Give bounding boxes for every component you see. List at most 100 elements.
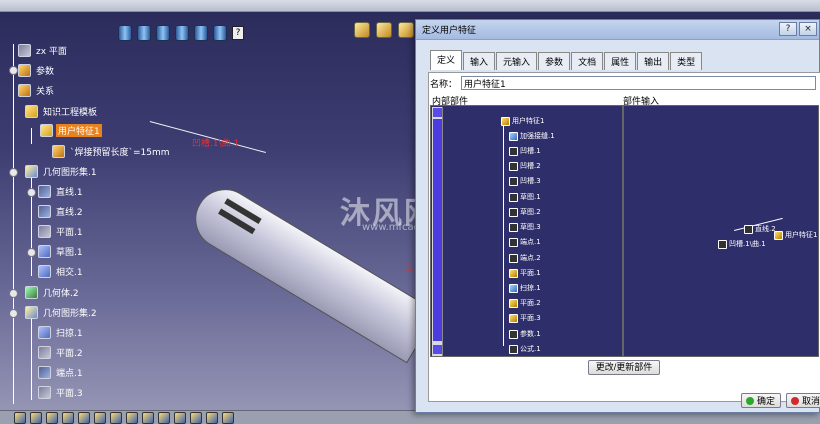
scroll-down-arrow[interactable]: [433, 345, 442, 354]
sketch-icon: [38, 245, 51, 258]
tool-icon[interactable]: [206, 411, 218, 424]
tree-node-selected[interactable]: 用户特征1: [40, 124, 102, 137]
tree-node[interactable]: 直线.2: [38, 205, 85, 218]
tree-node[interactable]: 几何体.2: [25, 286, 81, 299]
cylinder-icon[interactable]: [213, 25, 227, 41]
component-node[interactable]: 凹槽.3: [509, 176, 541, 186]
scrollbar[interactable]: [432, 107, 443, 356]
tree-node[interactable]: 几何图形集.2: [25, 306, 99, 319]
cylinder-icon[interactable]: [175, 25, 189, 41]
tab-parameters[interactable]: 参数: [538, 52, 571, 70]
ok-button[interactable]: 确定: [741, 393, 781, 408]
expand-toggle[interactable]: [9, 289, 18, 298]
tool-icon[interactable]: [30, 411, 42, 424]
expand-toggle[interactable]: [27, 248, 36, 257]
tab-documents[interactable]: 文档: [571, 52, 604, 70]
tool-icon[interactable]: [46, 411, 58, 424]
tool-icon[interactable]: [14, 411, 26, 424]
tree-node[interactable]: 相交.1: [38, 265, 85, 278]
component-node[interactable]: 扫掠.1: [509, 283, 541, 293]
tree-node[interactable]: 平面.1: [38, 225, 85, 238]
dialog-titlebar[interactable]: 定义用户特征: [416, 20, 819, 40]
database-toolbar: ?: [118, 22, 244, 44]
input-node[interactable]: 直线.2: [744, 224, 776, 234]
tab-type[interactable]: 类型: [670, 52, 703, 70]
component-node[interactable]: 凹槽.1: [509, 146, 541, 156]
groove-icon: [509, 176, 518, 186]
cylinder-icon[interactable]: [156, 25, 170, 41]
component-node[interactable]: 加强接缝.1: [509, 131, 555, 141]
tool-icon[interactable]: [158, 411, 170, 424]
component-node[interactable]: 平面.2: [509, 298, 541, 308]
tool-icon[interactable]: [78, 411, 90, 424]
tree-node[interactable]: 几何图形集.1: [25, 165, 99, 178]
expand-toggle[interactable]: [27, 188, 36, 197]
tree-node[interactable]: 平面.2: [38, 346, 85, 359]
tool-icon[interactable]: [126, 411, 138, 424]
component-node[interactable]: 参数.1: [509, 329, 541, 339]
cylinder-icon[interactable]: [194, 25, 208, 41]
change-update-components-button[interactable]: 更改/更新部件: [588, 360, 660, 375]
expand-toggle[interactable]: [9, 66, 18, 75]
expand-toggle[interactable]: [9, 168, 18, 177]
component-node[interactable]: 凹槽.2: [509, 161, 541, 171]
tree-node[interactable]: 草图.1: [38, 245, 85, 258]
input-node[interactable]: 凹槽.1\曲.1: [718, 239, 766, 249]
component-node[interactable]: 用户特征1: [501, 116, 544, 126]
tool-icon[interactable]: [94, 411, 106, 424]
tab-inputs[interactable]: 输入: [463, 52, 496, 70]
tool-icon[interactable]: [142, 411, 154, 424]
line-icon: [38, 185, 51, 198]
tab-properties[interactable]: 属性: [604, 52, 637, 70]
knowledge-icon[interactable]: [398, 22, 414, 38]
component-node[interactable]: 平面.3: [509, 313, 541, 323]
tree-node[interactable]: 端点.1: [38, 366, 85, 379]
component-inputs-panel[interactable]: 直线.2 用户特征1 凹槽.1\曲.1: [623, 105, 819, 357]
user-feature-dialog: 定义用户特征 ? × 定义 输入 元输入 参数 文档 属性 输出 类型 名称： …: [415, 19, 820, 413]
internal-components-panel[interactable]: 用户特征1 加强接缝.1 凹槽.1 凹槽.2 凹槽.3 草图.1 草图.2 草图…: [430, 105, 623, 357]
component-node[interactable]: 平面.1: [509, 268, 541, 278]
tree-node[interactable]: `焊接预留长度`=15mm: [52, 145, 172, 158]
cylinder-icon[interactable]: [137, 25, 151, 41]
tree-node[interactable]: 扫掠.1: [38, 326, 85, 339]
tree-node[interactable]: 关系: [18, 84, 56, 97]
tree-node[interactable]: 参数: [18, 64, 56, 77]
scroll-thumb[interactable]: [433, 119, 442, 341]
tool-icon[interactable]: [62, 411, 74, 424]
tool-icon[interactable]: [222, 411, 234, 424]
annotation-label: 互: [405, 263, 415, 273]
help-button[interactable]: ?: [779, 22, 797, 36]
tab-outputs[interactable]: 输出: [637, 52, 670, 70]
component-node[interactable]: 草图.2: [509, 207, 541, 217]
tool-icon[interactable]: [190, 411, 202, 424]
name-row: 名称：: [430, 76, 817, 90]
plane-icon: [509, 298, 518, 308]
tab-meta-inputs[interactable]: 元输入: [496, 52, 538, 70]
component-node[interactable]: 草图.3: [509, 222, 541, 232]
tool-icon[interactable]: [110, 411, 122, 424]
component-node[interactable]: 草图.1: [509, 192, 541, 202]
expand-toggle[interactable]: [9, 309, 18, 318]
close-button[interactable]: ×: [799, 22, 817, 36]
input-node[interactable]: 用户特征1: [774, 230, 817, 240]
tree-node[interactable]: 平面.3: [38, 386, 85, 399]
folder-icon: [25, 105, 38, 118]
name-input[interactable]: [461, 76, 817, 90]
cancel-button[interactable]: 取消: [786, 393, 820, 408]
knowledge-icon[interactable]: [354, 22, 370, 38]
annotation-label: 凹槽.1\曲.1: [192, 139, 240, 149]
help-icon[interactable]: ?: [232, 26, 244, 40]
component-node[interactable]: 端点.1: [509, 237, 541, 247]
component-node[interactable]: 公式.1: [509, 344, 541, 354]
tool-icon[interactable]: [174, 411, 186, 424]
knowledge-icon[interactable]: [376, 22, 392, 38]
component-node[interactable]: 端点.2: [509, 253, 541, 263]
scroll-up-arrow[interactable]: [433, 108, 442, 117]
cylinder-icon[interactable]: [118, 25, 132, 41]
tree-node[interactable]: 知识工程模板: [25, 105, 99, 118]
tab-definition[interactable]: 定义: [430, 50, 463, 70]
stiffener-icon: [509, 131, 518, 141]
tree-node[interactable]: 直线.1: [38, 185, 85, 198]
groove-icon: [509, 161, 518, 171]
tree-node[interactable]: zx 平面: [18, 44, 69, 57]
